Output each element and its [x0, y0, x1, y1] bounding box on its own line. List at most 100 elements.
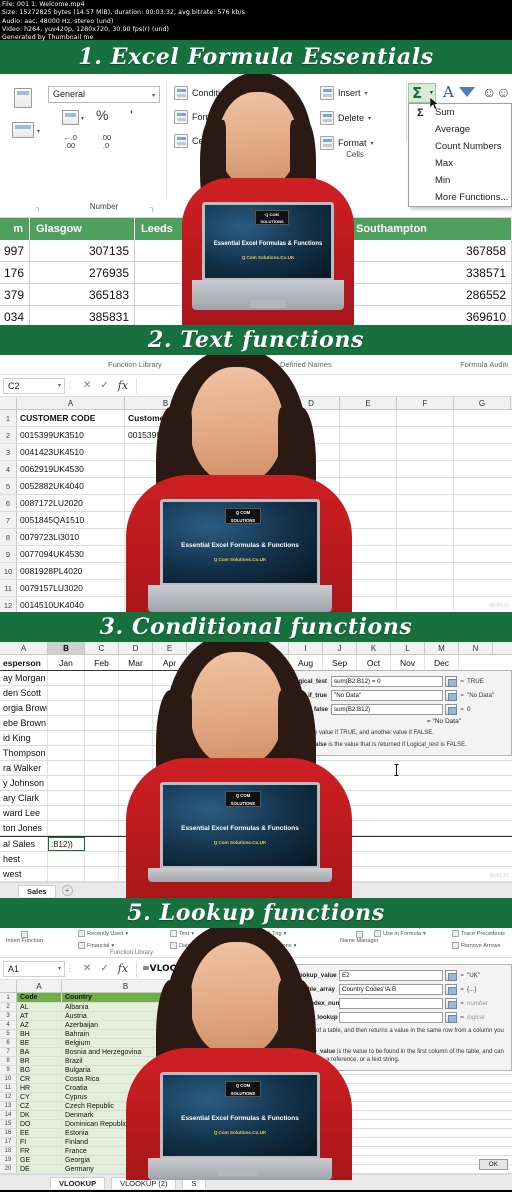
column-header-g[interactable]: G — [221, 642, 255, 654]
cell-sector[interactable] — [207, 478, 283, 494]
cancel-icon[interactable]: ✕ — [83, 380, 91, 391]
cell-jun[interactable] — [221, 821, 255, 835]
cell-jun[interactable] — [221, 761, 255, 775]
cell-apr[interactable] — [153, 686, 187, 700]
row-header[interactable]: 4 — [0, 461, 17, 477]
cell-jan[interactable] — [48, 867, 85, 881]
cell-may[interactable] — [187, 716, 221, 730]
cell-d[interactable] — [283, 512, 340, 528]
cell-sector-selected[interactable] — [207, 427, 283, 443]
row-header[interactable]: 14 — [0, 1111, 17, 1119]
cell-f[interactable] — [397, 461, 454, 477]
cell-salesperson[interactable]: ra Walker — [0, 761, 48, 775]
row-header[interactable]: 3 — [0, 444, 17, 460]
cell-may[interactable] — [187, 776, 221, 790]
cell-jun[interactable] — [221, 806, 255, 820]
cell-customer-code[interactable]: 0051845QA1510 — [17, 512, 125, 528]
cell-customer-code[interactable]: 0014510UK4040 — [17, 597, 125, 612]
cell-jan[interactable] — [48, 806, 85, 820]
cell-jan[interactable] — [48, 701, 85, 715]
cell-sector[interactable] — [207, 546, 283, 562]
sheet-tab-s[interactable]: S — [182, 1176, 206, 1189]
cell-customer-id[interactable] — [125, 461, 207, 477]
cell-f[interactable] — [397, 478, 454, 494]
accounting-format-icon[interactable] — [62, 110, 79, 125]
cell-country[interactable]: Bulgaria — [62, 1066, 190, 1074]
cell-sector[interactable] — [207, 597, 283, 612]
cell-aug[interactable]: Aug — [289, 655, 323, 670]
cell-feb[interactable] — [85, 821, 119, 835]
cell-d[interactable] — [283, 563, 340, 579]
cell-country[interactable]: Finland — [62, 1138, 190, 1146]
cell-apr[interactable]: Apr — [153, 655, 187, 670]
row-header[interactable]: 8 — [0, 529, 17, 545]
cell-jun[interactable] — [221, 791, 255, 805]
cell-customer-code[interactable]: 0081928PL4020 — [17, 563, 125, 579]
cell-jun[interactable] — [221, 776, 255, 790]
trace-precedents-button[interactable]: Trace Precedents — [452, 930, 505, 937]
cell-oct[interactable]: Oct — [357, 655, 391, 670]
cell-apr[interactable] — [153, 671, 187, 685]
cell-jun[interactable] — [221, 731, 255, 745]
cell-country[interactable]: Belgium — [62, 1039, 190, 1047]
cell-d[interactable] — [283, 427, 340, 443]
column-header-m[interactable]: M — [425, 642, 459, 654]
cell-country[interactable]: Cyprus — [62, 1093, 190, 1101]
row-header[interactable]: 18 — [0, 1147, 17, 1155]
cell-mar[interactable] — [119, 776, 153, 790]
row-header[interactable]: 1 — [0, 410, 17, 426]
cell-customer-id[interactable] — [125, 444, 207, 460]
remove-arrows-button[interactable]: Remove Arrows — [452, 942, 500, 949]
column-header-f[interactable]: F — [187, 642, 221, 654]
cell-f[interactable] — [397, 512, 454, 528]
row-header[interactable]: 9 — [0, 546, 17, 562]
collapse-dialog-icon[interactable] — [445, 676, 457, 687]
cell-mar[interactable] — [119, 686, 153, 700]
cell-customer-id[interactable] — [125, 546, 207, 562]
cell-feb[interactable] — [85, 686, 119, 700]
enter-check-icon[interactable]: ✓ — [100, 963, 108, 974]
cell-code[interactable]: BG — [17, 1066, 62, 1074]
column-header-b[interactable]: B — [125, 397, 207, 409]
cell-feb[interactable] — [85, 867, 119, 881]
autosum-chevron-icon[interactable]: ▾ — [430, 89, 433, 96]
cell-e[interactable] — [340, 597, 397, 612]
cell-code[interactable]: HR — [17, 1084, 62, 1092]
column-header-e[interactable]: E — [153, 642, 187, 654]
cell-jan[interactable]: Jan — [48, 655, 85, 670]
column-header-h[interactable]: H — [255, 642, 289, 654]
cell-mar[interactable] — [119, 806, 153, 820]
cell-salesperson[interactable]: orgia Brown — [0, 701, 48, 715]
cell-country-header[interactable]: Country — [62, 993, 190, 1002]
cell-sector[interactable] — [207, 495, 283, 511]
column-header-a[interactable]: A — [0, 642, 48, 654]
column-header-d[interactable]: D — [235, 980, 280, 992]
column-header-c[interactable]: C — [207, 397, 283, 409]
cell-may[interactable] — [187, 761, 221, 775]
row-header[interactable]: 11 — [0, 1084, 17, 1092]
number-format-dropdown[interactable]: General ▾ — [48, 86, 160, 103]
cell-styles-button[interactable]: Cell Styles — [174, 134, 235, 148]
column-header-l[interactable]: L — [391, 642, 425, 654]
cell-f[interactable] — [397, 563, 454, 579]
cell-salesperson[interactable]: ton Jones — [0, 821, 48, 835]
format-button[interactable]: Format ▾ — [320, 136, 374, 150]
enter-check-icon[interactable]: ✓ — [100, 380, 108, 391]
cell-code[interactable]: GE — [17, 1156, 62, 1164]
conditional-formatting-button[interactable]: Conditional Formatting — [174, 86, 283, 100]
row-header[interactable]: 16 — [0, 1129, 17, 1137]
cell-jan[interactable] — [48, 746, 85, 760]
cell-d[interactable] — [283, 580, 340, 596]
name-box[interactable]: A1 ▾ — [3, 960, 65, 977]
row-header[interactable]: 3 — [0, 1012, 17, 1020]
cell-sep[interactable]: Sep — [323, 655, 357, 670]
cell-may[interactable] — [187, 731, 221, 745]
column-header-d[interactable]: D — [283, 397, 340, 409]
cell-feb[interactable] — [85, 761, 119, 775]
cell-customer-id[interactable]: Customer ID — [125, 410, 207, 426]
sort-filter-icon[interactable]: A — [443, 83, 454, 101]
menu-item-count-numbers[interactable]: Count Numbers — [409, 138, 511, 155]
cell-jun[interactable] — [221, 746, 255, 760]
cell-feb[interactable] — [85, 791, 119, 805]
menu-item-average[interactable]: Average — [409, 121, 511, 138]
